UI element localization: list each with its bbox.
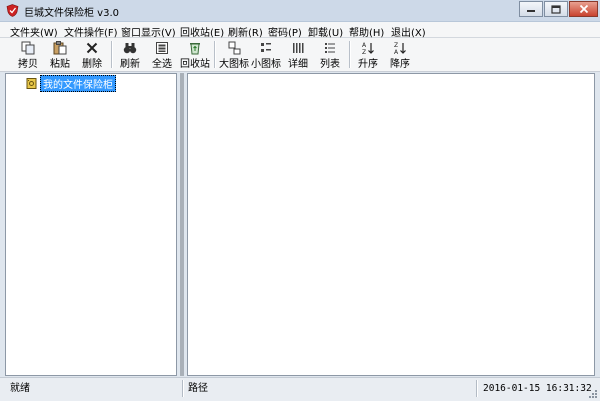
menu-bar: 文件夹(W) 文件操作(F) 窗口显示(V) 回收站(E) 刷新(R) 密码(P… [0, 22, 600, 39]
close-button[interactable] [569, 1, 598, 17]
sort-ascending-icon: A Z [362, 42, 374, 55]
recycle-bin-icon [190, 43, 200, 55]
recycle-bin-button[interactable]: 回收站 [180, 39, 210, 70]
status-datetime: 2016-01-15 16:31:32 [483, 383, 592, 394]
delete-button[interactable]: 删除 [77, 39, 107, 70]
list-icon [325, 43, 335, 53]
menu-password[interactable]: 密码(P) [268, 24, 302, 39]
delete-x-icon [86, 42, 98, 54]
close-icon [579, 4, 588, 14]
shield-icon [6, 4, 19, 17]
pane-splitter[interactable] [180, 73, 184, 376]
status-bar: 就绪 路径 2016-01-15 16:31:32 [0, 377, 600, 401]
maximize-icon [551, 4, 561, 14]
minimize-button[interactable] [519, 1, 543, 17]
minimize-icon [527, 10, 535, 12]
tree-item-label: 我的文件保险柜 [40, 75, 116, 92]
select-all-icon [156, 42, 168, 54]
details-icon [293, 43, 304, 53]
menu-file-operations[interactable]: 文件操作(F) [64, 24, 118, 39]
binoculars-icon [123, 43, 137, 54]
small-icons-icon [261, 43, 271, 52]
maximize-button[interactable] [544, 1, 568, 17]
svg-text:A: A [362, 42, 367, 49]
toolbar: 拷贝 粘贴 删除 刷新 全选 回收站 大图标 小图标 详细 列表 A Z 升序 … [0, 38, 600, 72]
copy-icon [21, 41, 35, 55]
delete-label: 删除 [82, 59, 102, 70]
resize-grip-icon[interactable] [588, 389, 598, 399]
paste-icon [53, 41, 67, 55]
select-all-button[interactable]: 全选 [147, 39, 177, 70]
menu-folder[interactable]: 文件夹(W) [10, 24, 58, 39]
menu-recycle-bin[interactable]: 回收站(E) [180, 24, 224, 39]
menu-exit[interactable]: 退出(X) [391, 24, 426, 39]
status-ready: 就绪 [10, 383, 30, 394]
menu-help[interactable]: 帮助(H) [349, 24, 384, 39]
menu-refresh[interactable]: 刷新(R) [228, 24, 263, 39]
status-divider [476, 380, 478, 397]
menu-window-display[interactable]: 窗口显示(V) [121, 24, 176, 39]
file-list-pane[interactable] [187, 73, 595, 376]
large-icons-icon [228, 41, 241, 55]
list-label: 列表 [320, 59, 340, 70]
status-divider [182, 380, 184, 397]
menu-uninstall[interactable]: 卸载(U) [308, 24, 343, 39]
sort-descending-label: 降序 [390, 59, 410, 70]
folder-tree-pane[interactable]: 我的文件保险柜 [5, 73, 177, 376]
vault-icon [26, 78, 37, 89]
sort-descending-icon: Z A [394, 42, 406, 55]
window-title: 巨城文件保险柜 v3.0 [24, 8, 119, 19]
recycle-bin-label: 回收站 [180, 59, 210, 70]
sort-descending-button[interactable]: Z A 降序 [385, 39, 415, 70]
title-bar: 巨城文件保险柜 v3.0 [0, 0, 600, 22]
list-button[interactable]: 列表 [315, 39, 345, 70]
status-path-label: 路径 [188, 383, 208, 394]
tree-item-my-vault[interactable]: 我的文件保险柜 [26, 75, 116, 92]
svg-text:Z: Z [394, 42, 398, 49]
